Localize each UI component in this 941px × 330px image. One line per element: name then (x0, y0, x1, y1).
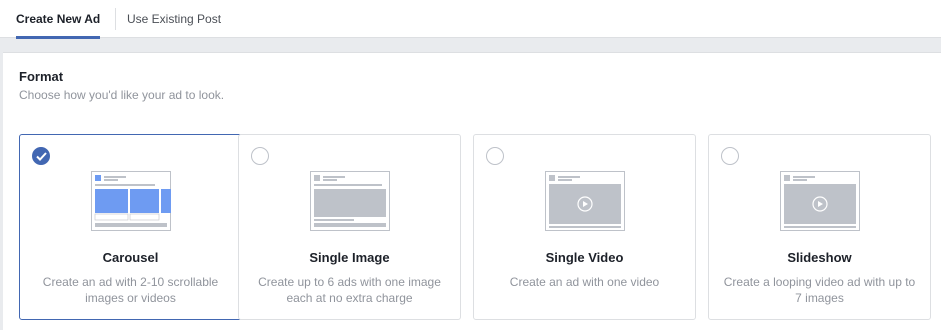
single-video-preview-icon (545, 171, 625, 231)
option-desc-carousel: Create an ad with 2-10 scrollable images… (42, 275, 219, 305)
format-subtitle: Choose how you'd like your ad to look. (19, 88, 225, 102)
format-title: Format (19, 69, 64, 84)
radio-single-image[interactable] (251, 147, 269, 165)
checkmark-icon (36, 152, 47, 161)
tab-divider (115, 8, 116, 30)
option-title-carousel: Carousel (102, 250, 159, 265)
option-title-slideshow: Slideshow (787, 250, 852, 265)
format-option-carousel[interactable]: Carousel Create an ad with 2-10 scrollab… (19, 134, 242, 320)
option-title-single-video: Single Video (545, 250, 624, 265)
tab-create-new-ad[interactable]: Create New Ad (16, 0, 101, 39)
format-option-single-image[interactable]: Single Image Create up to 6 ads with one… (238, 134, 461, 320)
option-desc-single-image: Create up to 6 ads with one image each a… (258, 275, 441, 305)
radio-carousel[interactable] (32, 147, 50, 165)
slideshow-preview-icon (780, 171, 860, 231)
carousel-preview-icon (91, 171, 171, 231)
option-desc-single-video: Create an ad with one video (509, 275, 660, 289)
option-title-single-image: Single Image (309, 250, 390, 265)
tab-use-existing-post[interactable]: Use Existing Post (127, 0, 221, 38)
format-option-single-video[interactable]: Single Video Create an ad with one video (473, 134, 696, 320)
format-panel: Format Choose how you'd like your ad to … (3, 52, 941, 330)
option-desc-slideshow: Create a looping video ad with up to 7 i… (723, 275, 916, 305)
radio-single-video[interactable] (486, 147, 504, 165)
format-option-slideshow[interactable]: Slideshow Create a looping video ad with… (708, 134, 931, 320)
single-image-preview-icon (310, 171, 390, 231)
radio-slideshow[interactable] (721, 147, 739, 165)
tab-bar: Create New Ad Use Existing Post (0, 0, 941, 39)
